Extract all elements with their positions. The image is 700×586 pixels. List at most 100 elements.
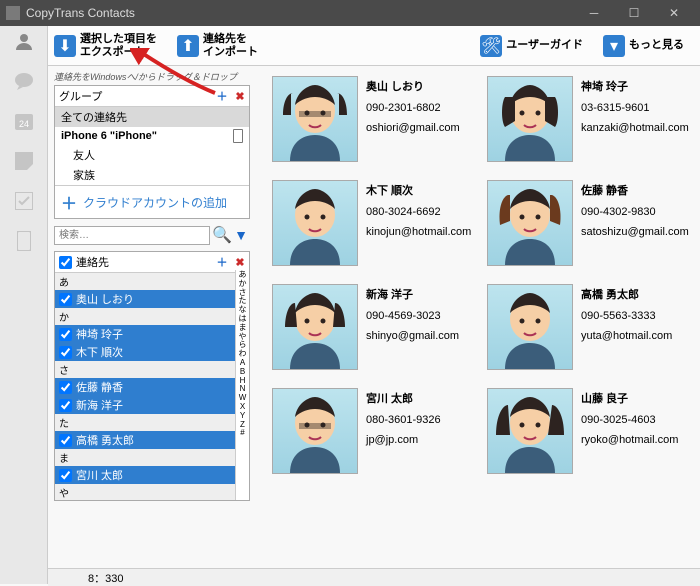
drag-hint: 連絡先をWindowsへ/からドラッグ＆ドロップ [54,70,250,83]
index-row: た [55,414,249,431]
contact-row[interactable]: 高橋 勇太郎 [55,431,249,449]
notes-tab-icon[interactable] [13,150,35,172]
add-group-button[interactable]: ＋ [213,88,231,104]
import-button[interactable]: ⬆ 連絡先をインポート [171,31,264,59]
avatar [272,284,358,370]
device-tab-icon[interactable] [13,230,35,252]
avatar [487,76,573,162]
tasks-tab-icon[interactable] [13,190,35,212]
contact-email: oshiori@gmail.com [366,122,460,134]
contact-row[interactable]: 奥山 しおり [55,290,249,308]
contact-info: 新海 洋子 090-4569-3023 shinyo@gmail.com [366,284,459,370]
avatar [272,76,358,162]
delete-contact-button[interactable]: ✖ [231,254,249,270]
contact-card[interactable]: 奥山 しおり 090-2301-6802 oshiori@gmail.com [272,76,477,162]
messages-tab-icon[interactable] [13,70,35,92]
group-item[interactable]: iPhone 6 "iPhone" [55,127,249,145]
more-button[interactable]: ▾ もっと見る [597,33,690,59]
contact-name: 山藤 良子 [581,390,678,406]
group-item[interactable]: 友人 [55,145,249,165]
calendar-tab-icon[interactable]: 24 [13,110,35,132]
contact-info: 山藤 良子 090-3025-4603 ryoko@hotmail.com [581,388,678,474]
index-bar[interactable]: あかさたなはまやらわABHNWXYZ# [235,270,249,500]
contact-phone: 090-3025-4603 [581,414,678,426]
contact-card[interactable]: 高橋 勇太郎090-5563-3333yuta@hotmail.com [487,284,692,370]
sidebar: 連絡先をWindowsへ/からドラッグ＆ドロップ グループ ＋ ✖ 全ての連絡先… [48,66,256,584]
contacts-list-header: 連絡先 [76,252,213,272]
contact-row[interactable]: 新海 洋子 [55,396,249,414]
status-text: 8：330 [88,570,123,586]
contact-email: ryoko@hotmail.com [581,434,678,446]
add-cloud-account-button[interactable]: ＋ クラウドアカウントの追加 [55,185,249,218]
contact-row[interactable]: 神埼 玲子 [55,325,249,343]
contact-info: 佐藤 静香090-4302-9830satoshizu@gmail.com [581,180,689,266]
contact-info: 宮川 太郎080-3601-9326jp@jp.com [366,388,441,474]
contact-checkbox[interactable] [59,328,72,341]
minimize-button[interactable]: ─ [574,0,614,26]
svg-text:24: 24 [18,119,28,129]
add-contact-button[interactable]: ＋ [213,254,231,270]
toolbar: ⬇ 選択した項目をエクスポート ⬆ 連絡先をインポート 🛠 ユーザーガイド ▾ … [0,26,700,66]
plus-icon: ＋ [61,190,77,214]
status-bar: 8：330 [48,568,700,586]
chevron-down-icon: ▾ [603,35,625,57]
export-button[interactable]: ⬇ 選択した項目をエクスポート [48,31,163,59]
maximize-button[interactable]: ☐ [614,0,654,26]
group-item[interactable]: 全ての連絡先 [55,107,249,127]
contact-email: shinyo@gmail.com [366,330,459,342]
index-row: ま [55,449,249,466]
phone-icon [233,129,243,143]
app-icon [6,6,20,20]
contact-phone: 080-3024-6692 [366,206,471,218]
contact-checkbox[interactable] [59,346,72,359]
contact-card[interactable]: 神埼 玲子 03-6315-9601 kanzaki@hotmail.com [487,76,692,162]
contact-name: 奥山 しおり [366,78,460,94]
contact-card[interactable]: 佐藤 静香090-4302-9830satoshizu@gmail.com [487,180,692,266]
avatar [487,284,573,370]
contact-row-label: 奥山 しおり [76,291,134,307]
contact-info: 高橋 勇太郎090-5563-3333yuta@hotmail.com [581,284,672,370]
userguide-button[interactable]: 🛠 ユーザーガイド [474,33,589,59]
contact-name: 新海 洋子 [366,286,459,302]
contact-email: kinojun@hotmail.com [366,226,471,238]
contact-checkbox[interactable] [59,381,72,394]
index-row: あ [55,273,249,290]
filter-icon[interactable]: ▼ [232,227,250,243]
contact-card[interactable]: 山藤 良子 090-3025-4603 ryoko@hotmail.com [487,388,692,474]
contact-name: 佐藤 静香 [581,182,689,198]
contact-name: 神埼 玲子 [581,78,689,94]
contacts-grid: 奥山 しおり 090-2301-6802 oshiori@gmail.com 神埼 玲… [256,66,700,584]
contact-info: 木下 順次 080-3024-6692 kinojun@hotmail.com [366,180,471,266]
export-icon: ⬇ [54,35,76,57]
contact-checkbox[interactable] [59,469,72,482]
contact-row[interactable]: 宮川 太郎 [55,466,249,484]
contact-row-label: 神埼 玲子 [76,326,123,342]
close-button[interactable]: ✕ [654,0,694,26]
contact-email: kanzaki@hotmail.com [581,122,689,134]
group-item[interactable]: 家族 [55,165,249,185]
contact-checkbox[interactable] [59,293,72,306]
left-rail: 24 [0,26,48,584]
contact-row[interactable]: 木下 順次 [55,343,249,361]
contact-checkbox[interactable] [59,399,72,412]
contact-name: 木下 順次 [366,182,471,198]
contacts-tab-icon[interactable] [13,30,35,52]
search-input[interactable] [54,226,210,245]
groups-header: グループ [55,86,213,106]
select-all-checkbox[interactable] [59,256,72,269]
contact-checkbox[interactable] [59,434,72,447]
contact-name: 高橋 勇太郎 [581,286,672,302]
contact-card[interactable]: 新海 洋子 090-4569-3023 shinyo@gmail.com [272,284,477,370]
contact-row-label: 木下 順次 [76,344,123,360]
contact-phone: 03-6315-9601 [581,102,689,114]
contact-phone: 090-4569-3023 [366,310,459,322]
contact-phone: 090-2301-6802 [366,102,460,114]
contact-row[interactable]: 佐藤 静香 [55,378,249,396]
contact-row-label: 佐藤 静香 [76,379,123,395]
contact-card[interactable]: 木下 順次 080-3024-6692 kinojun@hotmail.com [272,180,477,266]
import-icon: ⬆ [177,35,199,57]
contact-card[interactable]: 宮川 太郎080-3601-9326jp@jp.com [272,388,477,474]
delete-group-button[interactable]: ✖ [231,88,249,104]
search-icon[interactable]: 🔍 [212,225,230,245]
index-row: や [55,484,249,501]
